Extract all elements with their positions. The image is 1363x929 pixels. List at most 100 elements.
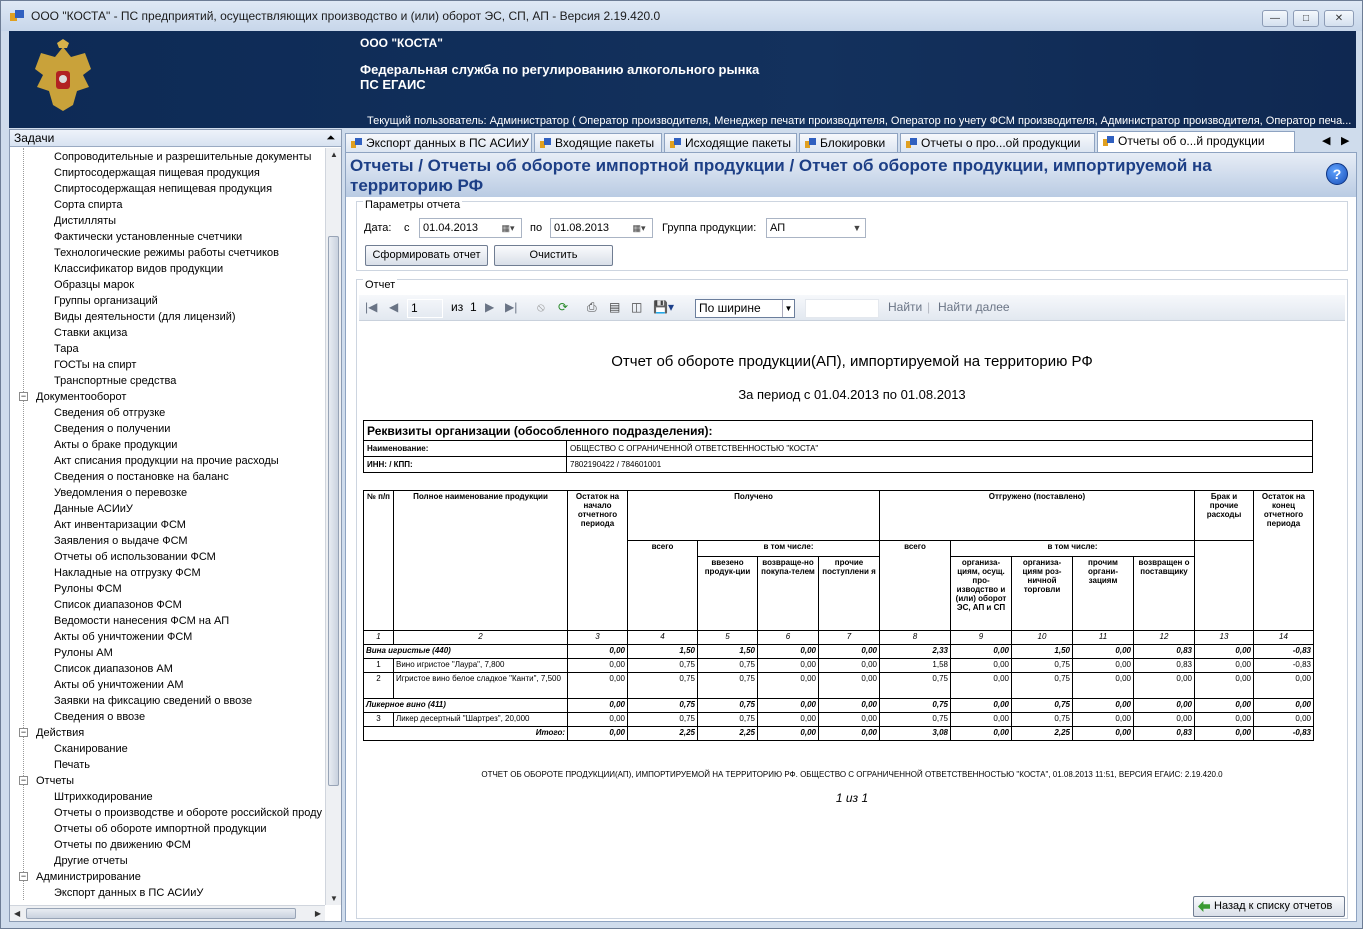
- tree-item[interactable]: Акты об уничтожении ФСМ: [54, 629, 192, 645]
- tree-item[interactable]: Данные АСИиУ: [54, 501, 133, 517]
- tree-item[interactable]: Акты об уничтожении АМ: [54, 677, 184, 693]
- tree-item[interactable]: Сведения о ввозе: [54, 709, 145, 725]
- scrollbar-thumb-h[interactable]: [26, 908, 296, 919]
- tree-item[interactable]: Ставки акциза: [54, 325, 127, 341]
- tree-item[interactable]: Технологические режимы работы счетчиков: [54, 245, 279, 261]
- print-icon[interactable]: ⎙: [587, 300, 597, 315]
- tree-item[interactable]: Акты о браке продукции: [54, 437, 177, 453]
- tree-item[interactable]: Заявления о выдаче ФСМ: [54, 533, 188, 549]
- tree-item[interactable]: Фактически установленные счетчики: [54, 229, 242, 245]
- scroll-left-icon[interactable]: ◀: [14, 909, 20, 918]
- tab-incoming[interactable]: Входящие пакеты: [534, 133, 662, 152]
- tree-group[interactable]: Документооборот: [36, 389, 126, 405]
- tree-item[interactable]: Отчеты об использовании ФСМ: [54, 549, 216, 565]
- tab-import-reports[interactable]: Отчеты об о...й продукции: [1097, 131, 1295, 152]
- tree-item[interactable]: Рулоны ФСМ: [54, 581, 122, 597]
- tree-item[interactable]: Рулоны АМ: [54, 645, 113, 661]
- tab-export[interactable]: Экспорт данных в ПС АСИиУ: [345, 133, 532, 152]
- generate-report-button[interactable]: Сформировать отчет: [365, 245, 488, 266]
- last-page-icon[interactable]: ▶|: [505, 300, 517, 314]
- tree-item[interactable]: Список диапазонов ФСМ: [54, 597, 182, 613]
- tree-item[interactable]: Экспорт данных в ПС АСИиУ: [54, 885, 203, 901]
- stop-icon[interactable]: ⦸: [537, 300, 545, 315]
- tab-outgoing[interactable]: Исходящие пакеты: [664, 133, 797, 152]
- tree-group[interactable]: Администрирование: [36, 869, 141, 885]
- scrollbar-thumb[interactable]: [328, 236, 339, 786]
- tree-item[interactable]: ГОСТы на спирт: [54, 357, 136, 373]
- back-to-reports-button[interactable]: Назад к списку отчетов: [1193, 896, 1345, 917]
- tree-horizontal-scrollbar[interactable]: ◀ ▶: [10, 905, 325, 921]
- tree-item[interactable]: Сорта спирта: [54, 197, 123, 213]
- find-input[interactable]: [805, 299, 879, 318]
- tree-item[interactable]: Образцы марок: [54, 277, 134, 293]
- tree-item[interactable]: Акт инвентаризации ФСМ: [54, 517, 186, 533]
- tab-locks[interactable]: Блокировки: [799, 133, 898, 152]
- tree-group[interactable]: Отчеты: [36, 773, 74, 789]
- page-setup-icon[interactable]: ◫: [631, 300, 642, 314]
- tab-scroll-right-icon[interactable]: ▶: [1341, 134, 1349, 147]
- tab-russian-reports[interactable]: Отчеты о про...ой продукции: [900, 133, 1095, 152]
- cell-value: 0,00: [818, 712, 880, 727]
- date-to-picker[interactable]: 01.08.2013 ▦▾: [550, 218, 653, 238]
- scroll-right-icon[interactable]: ▶: [315, 909, 321, 918]
- tree-item[interactable]: Печать: [54, 757, 90, 773]
- collapse-icon[interactable]: −: [19, 872, 28, 881]
- tree-item[interactable]: Сканирование: [54, 741, 128, 757]
- date-from-picker[interactable]: 01.04.2013 ▦▾: [419, 218, 522, 238]
- params-legend: Параметры отчета: [363, 199, 463, 211]
- scroll-up-icon[interactable]: ▲: [330, 150, 338, 159]
- zoom-select[interactable]: По ширине ▼: [695, 299, 795, 318]
- tree-item[interactable]: Спиртосодержащая непищевая продукция: [54, 181, 272, 197]
- tab-scroll-left-icon[interactable]: ◀: [1322, 134, 1330, 147]
- help-icon[interactable]: ?: [1326, 163, 1348, 185]
- tree-item[interactable]: Группы организаций: [54, 293, 158, 309]
- find-next-link[interactable]: Найти далее: [938, 300, 1010, 314]
- tree-item[interactable]: Отчеты о производстве и обороте российск…: [54, 805, 322, 821]
- page-number-input[interactable]: 1: [407, 299, 443, 318]
- clear-button[interactable]: Очистить: [494, 245, 613, 266]
- tree-item[interactable]: Накладные на отгрузку ФСМ: [54, 565, 201, 581]
- collapse-icon[interactable]: −: [19, 776, 28, 785]
- first-page-icon[interactable]: |◀: [365, 300, 377, 314]
- calendar-icon[interactable]: ▦▾: [495, 219, 521, 237]
- minimize-icon[interactable]: —: [1262, 10, 1288, 27]
- tree-item[interactable]: Ведомости нанесения ФСМ на АП: [54, 613, 229, 629]
- refresh-icon[interactable]: ⟳: [558, 300, 568, 314]
- chevron-down-icon[interactable]: ▼: [782, 300, 794, 317]
- tree-item[interactable]: Уведомления о перевозке: [54, 485, 187, 501]
- collapse-icon[interactable]: −: [19, 392, 28, 401]
- tree-item[interactable]: Список диапазонов АМ: [54, 661, 173, 677]
- print-layout-icon[interactable]: ▤: [609, 300, 620, 314]
- maximize-icon[interactable]: □: [1293, 10, 1319, 27]
- chevron-down-icon[interactable]: ▼: [849, 219, 865, 237]
- export-icon[interactable]: 💾▾: [653, 300, 674, 314]
- tree-item[interactable]: Другие отчеты: [54, 853, 128, 869]
- prev-page-icon[interactable]: ◀: [389, 300, 398, 314]
- tree-item[interactable]: Сопроводительные и разрешительные докуме…: [54, 149, 311, 165]
- tree-group[interactable]: Действия: [36, 725, 84, 741]
- tree-item[interactable]: Классификатор видов продукции: [54, 261, 223, 277]
- calendar-icon[interactable]: ▦▾: [626, 219, 652, 237]
- next-page-icon[interactable]: ▶: [485, 300, 494, 314]
- tree-item[interactable]: Дистилляты: [54, 213, 116, 229]
- cell-value: 3,08: [879, 726, 951, 741]
- pin-icon[interactable]: ⏶: [326, 130, 335, 146]
- tree-item[interactable]: Виды деятельности (для лицензий): [54, 309, 236, 325]
- close-icon[interactable]: ✕: [1324, 10, 1354, 27]
- tree-item[interactable]: Спиртосодержащая пищевая продукция: [54, 165, 260, 181]
- tree-item[interactable]: Отчеты об обороте импортной продукции: [54, 821, 267, 837]
- tree-vertical-scrollbar[interactable]: ▲ ▼: [325, 148, 341, 905]
- tree-item[interactable]: Сведения об отгрузке: [54, 405, 165, 421]
- collapse-icon[interactable]: −: [19, 728, 28, 737]
- tree-item[interactable]: Заявки на фиксацию сведений о ввозе: [54, 693, 252, 709]
- product-group-select[interactable]: АП ▼: [766, 218, 866, 238]
- tree-item[interactable]: Акт списания продукции на прочие расходы: [54, 453, 279, 469]
- tree-item[interactable]: Штрихкодирование: [54, 789, 153, 805]
- find-link[interactable]: Найти: [888, 300, 922, 314]
- tree-item[interactable]: Транспортные средства: [54, 373, 176, 389]
- tree-item[interactable]: Сведения о получении: [54, 421, 170, 437]
- tree-item[interactable]: Отчеты по движению ФСМ: [54, 837, 191, 853]
- tree-item[interactable]: Тара: [54, 341, 79, 357]
- scroll-down-icon[interactable]: ▼: [330, 894, 338, 903]
- tree-item[interactable]: Сведения о постановке на баланс: [54, 469, 229, 485]
